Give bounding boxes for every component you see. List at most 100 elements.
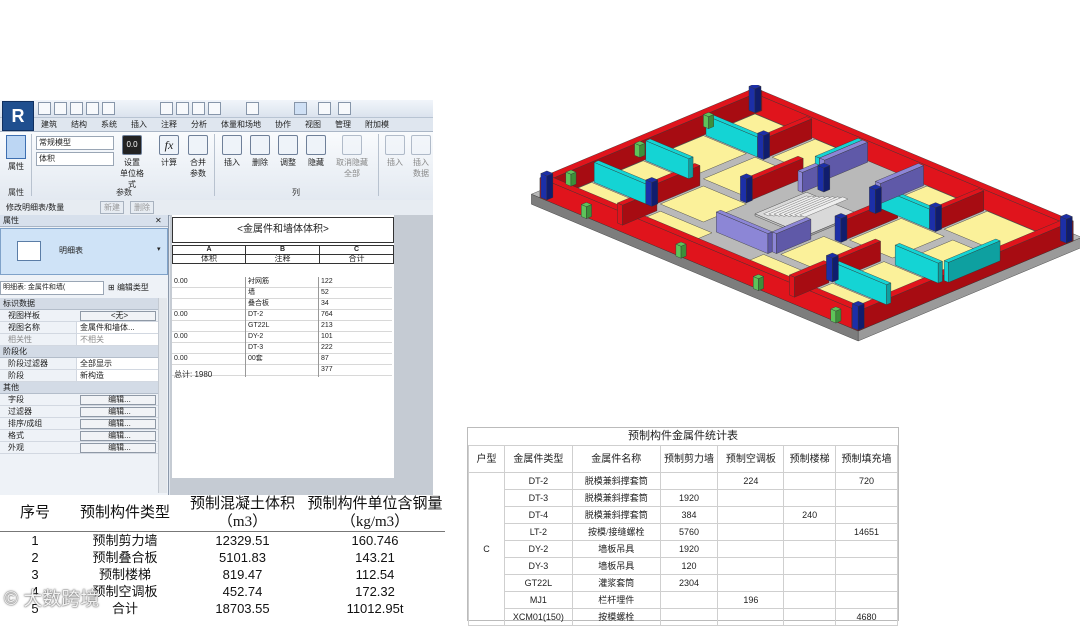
delete-button[interactable]: 删除 [130, 201, 154, 214]
tag-icon[interactable] [192, 102, 205, 115]
measure-icon[interactable] [160, 102, 173, 115]
switch-windows-icon[interactable] [338, 102, 351, 115]
edit-type-button[interactable]: ⊞ 编辑类型 [108, 282, 149, 293]
schedule-cell[interactable]: 34 [321, 299, 329, 309]
tab-insert[interactable]: 插入 [124, 118, 154, 131]
tab-architecture[interactable]: 建筑 [34, 118, 64, 131]
schedule-row[interactable]: 墙 52 [172, 288, 392, 299]
schedule-title[interactable]: <金属件和墙体体积> [172, 217, 394, 243]
tab-view[interactable]: 视图 [298, 118, 328, 131]
revit-logo[interactable]: R [2, 101, 34, 131]
dimension-icon[interactable] [176, 102, 189, 115]
schedule-cell[interactable]: 101 [321, 332, 333, 342]
appearance-edit-button[interactable]: 编辑... [80, 443, 156, 453]
schedule-cell[interactable]: 122 [321, 277, 333, 287]
schedule-row[interactable]: 0.00 DY-2 101 [172, 332, 392, 343]
tab-systems[interactable]: 系统 [94, 118, 124, 131]
schedule-row[interactable]: 叠合板 34 [172, 299, 392, 310]
group-label-columns: 列 [292, 188, 300, 197]
table-cell: 4680 [835, 608, 898, 626]
phase-field[interactable]: 新构造 [76, 370, 166, 381]
tab-collaborate[interactable]: 协作 [268, 118, 298, 131]
schedule-row[interactable]: GT22L 213 [172, 321, 392, 332]
open-icon[interactable] [38, 102, 51, 115]
properties-scrollbar[interactable] [158, 298, 167, 493]
category-dropdown[interactable]: 常规模型 [36, 136, 114, 150]
schedule-row[interactable]: DT-3 222 [172, 343, 392, 354]
column-side [746, 176, 753, 204]
column-name-volume[interactable]: 体积 [172, 254, 246, 264]
tab-structure[interactable]: 结构 [64, 118, 94, 131]
table-cell [783, 472, 837, 490]
schedule-cell[interactable]: 0.00 [174, 332, 188, 342]
insert-column-tool[interactable]: 插入 [220, 135, 244, 168]
prop-key: 相关性 [8, 335, 32, 344]
resize-column-tool[interactable]: 调整 [276, 135, 300, 168]
fields-edit-button[interactable]: 编辑... [80, 395, 156, 405]
divider [214, 134, 215, 196]
insert-data-tool[interactable]: 插入 数据 [409, 135, 433, 179]
schedule-cell[interactable]: DT-3 [248, 343, 263, 353]
instance-selector[interactable]: 明细表: 金属件和墙( [0, 281, 104, 295]
save-icon[interactable] [54, 102, 67, 115]
tab-addins[interactable]: 附加模 [358, 118, 396, 131]
calculate-tool[interactable]: fx 计算 [157, 135, 181, 168]
schedule-row[interactable]: 0.00 DT-2 764 [172, 310, 392, 321]
table-cell: 18703.55 [215, 601, 270, 616]
tab-annotate[interactable]: 注释 [154, 118, 184, 131]
format-edit-button[interactable]: 编辑... [80, 431, 156, 441]
close-views-icon[interactable] [318, 102, 331, 115]
schedule-cell[interactable]: 222 [321, 343, 333, 353]
schedule-cell[interactable]: 0.00 [174, 354, 188, 364]
schedule-cell[interactable]: 墙 [248, 288, 255, 298]
3d-view-icon[interactable] [246, 102, 259, 115]
type-selector[interactable]: 明细表 ▾ [0, 228, 168, 275]
schedule-cell[interactable]: 00套 [248, 354, 263, 364]
close-icon[interactable]: ✕ [155, 216, 162, 225]
schedule-cell[interactable]: 87 [321, 354, 329, 364]
schedule-row[interactable]: 0.00 00套 87 [172, 354, 392, 365]
tab-analyze[interactable]: 分析 [184, 118, 214, 131]
new-button[interactable]: 新建 [100, 201, 124, 214]
schedule-cell[interactable]: 0.00 [174, 310, 188, 320]
text-icon[interactable] [208, 102, 221, 115]
sorting-edit-button[interactable]: 编辑... [80, 419, 156, 429]
schedule-cell[interactable]: 764 [321, 310, 333, 320]
undo-icon[interactable] [86, 102, 99, 115]
table-cell: 452.74 [222, 584, 263, 599]
tab-manage[interactable]: 管理 [328, 118, 358, 131]
redo-icon[interactable] [102, 102, 115, 115]
table-cell: 脱模兼斜撑套筒 [571, 506, 661, 524]
sync-icon[interactable] [70, 102, 83, 115]
schedule-icon[interactable] [294, 102, 307, 115]
schedule-cell[interactable]: DY-2 [248, 332, 263, 342]
combine-parameters-tool[interactable]: 合并 参数 [186, 135, 210, 179]
properties-tool[interactable]: 属性 [4, 135, 28, 172]
schedule-cell[interactable]: 377 [321, 365, 333, 375]
view-name-field[interactable]: 金属件和墙体... [76, 322, 166, 333]
phase-filter-field[interactable]: 全部显示 [76, 358, 166, 369]
schedule-cell[interactable]: 52 [321, 288, 329, 298]
schedule-cell[interactable]: 叠合板 [248, 299, 269, 309]
schedule-cell[interactable]: 衬网筋 [248, 277, 269, 287]
connector-front [634, 143, 640, 158]
tab-massing[interactable]: 体量和场地 [214, 118, 268, 131]
properties-tool-label: 属性 [8, 162, 24, 171]
table-cell: GT22L [503, 574, 573, 592]
schedule-cell[interactable]: DT-2 [248, 310, 263, 320]
insert-row-tool[interactable]: 插入 [383, 135, 407, 168]
field-dropdown[interactable]: 体积 [36, 152, 114, 166]
view-template-button[interactable]: <无> [80, 311, 156, 321]
schedule-cell[interactable]: 0.00 [174, 277, 188, 287]
schedule-row[interactable]: 0.00 衬网筋 122 [172, 277, 392, 288]
unhide-all-tool[interactable]: 取消隐藏 全部 [332, 135, 372, 179]
set-unit-format-tool[interactable]: 0.0 设置 单位格式 [120, 135, 144, 190]
delete-column-tool[interactable]: 删除 [248, 135, 272, 168]
column-name-count[interactable]: 合计 [319, 254, 394, 264]
column-front [757, 132, 764, 160]
filter-edit-button[interactable]: 编辑... [80, 407, 156, 417]
schedule-cell[interactable]: GT22L [248, 321, 269, 331]
schedule-cell[interactable]: 213 [321, 321, 333, 331]
column-name-comment[interactable]: 注释 [245, 254, 320, 264]
hide-column-tool[interactable]: 隐藏 [304, 135, 328, 168]
